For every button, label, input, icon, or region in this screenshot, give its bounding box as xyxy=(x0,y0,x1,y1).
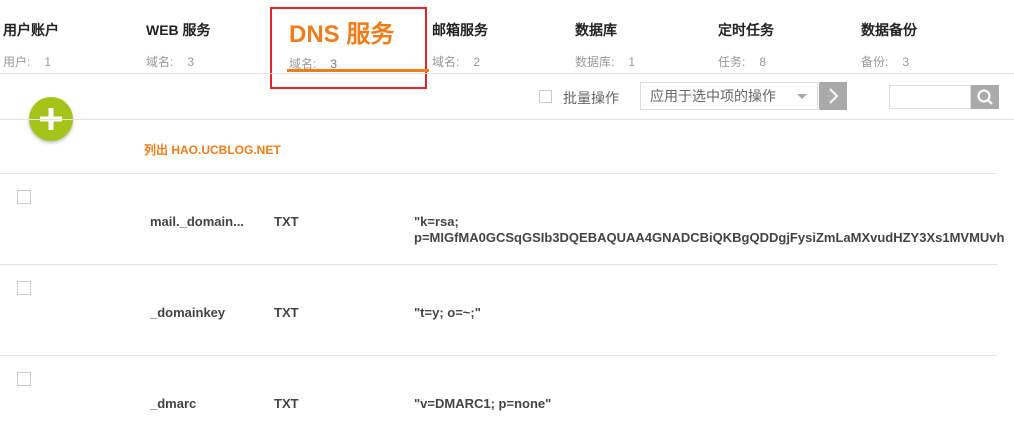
toolbar-divider xyxy=(0,119,1014,120)
tab-backup[interactable]: 数据备份 xyxy=(861,20,917,40)
list-title: 列出 HAO.UCBLOG.NET xyxy=(144,143,281,157)
tab-web-count: 域名: 3 xyxy=(146,55,195,69)
chevron-right-icon xyxy=(829,88,839,104)
tab-cron[interactable]: 定时任务 xyxy=(718,20,774,40)
active-tab-underline xyxy=(287,69,429,72)
tab-users-count: 用户: 1 xyxy=(3,55,52,69)
chevron-down-icon xyxy=(797,94,807,99)
row-checkbox[interactable] xyxy=(17,372,31,386)
record-name[interactable]: _domainkey xyxy=(150,305,225,320)
record-name[interactable]: _dmarc xyxy=(150,396,196,411)
tab-cron-count: 任务: 8 xyxy=(718,55,767,69)
bulk-select-checkbox[interactable] xyxy=(539,90,552,103)
record-type: TXT xyxy=(274,305,299,320)
tab-users[interactable]: 用户账户 xyxy=(3,20,59,40)
record-name[interactable]: mail._domain... xyxy=(150,214,244,229)
bulk-action-select-value: 应用于选中项的操作 xyxy=(650,88,776,104)
search-button[interactable] xyxy=(971,85,999,109)
search-input[interactable] xyxy=(889,85,971,109)
record-value-line: "k=rsa; xyxy=(414,214,459,229)
list-divider xyxy=(0,173,997,174)
row-checkbox[interactable] xyxy=(17,281,31,295)
tab-database-count: 数据库: 1 xyxy=(575,55,636,69)
tabs-divider xyxy=(0,73,1014,74)
tab-web[interactable]: WEB 服务 xyxy=(146,20,211,40)
record-value-line: p=MIGfMA0GCSqGSIb3DQEBAQUAA4GNADCBiQKBgQ… xyxy=(414,230,1005,245)
search-icon xyxy=(977,89,993,105)
tab-backup-count: 备份: 3 xyxy=(861,55,910,69)
row-divider xyxy=(0,264,997,265)
record-type: TXT xyxy=(274,396,299,411)
tab-mail[interactable]: 邮箱服务 xyxy=(432,20,488,40)
record-type: TXT xyxy=(274,214,299,229)
tab-dns[interactable]: DNS 服务 xyxy=(289,14,394,49)
record-value-line: "t=y; o=~;" xyxy=(414,305,481,320)
tab-mail-count: 域名: 2 xyxy=(432,55,481,69)
apply-action-button[interactable] xyxy=(819,82,847,110)
bulk-action-label[interactable]: 批量操作 xyxy=(563,88,619,108)
row-divider xyxy=(0,355,997,356)
row-checkbox[interactable] xyxy=(17,190,31,204)
record-value-line: "v=DMARC1; p=none" xyxy=(414,396,552,411)
bulk-action-select[interactable]: 应用于选中项的操作 xyxy=(640,82,818,110)
tab-database[interactable]: 数据库 xyxy=(575,20,617,40)
